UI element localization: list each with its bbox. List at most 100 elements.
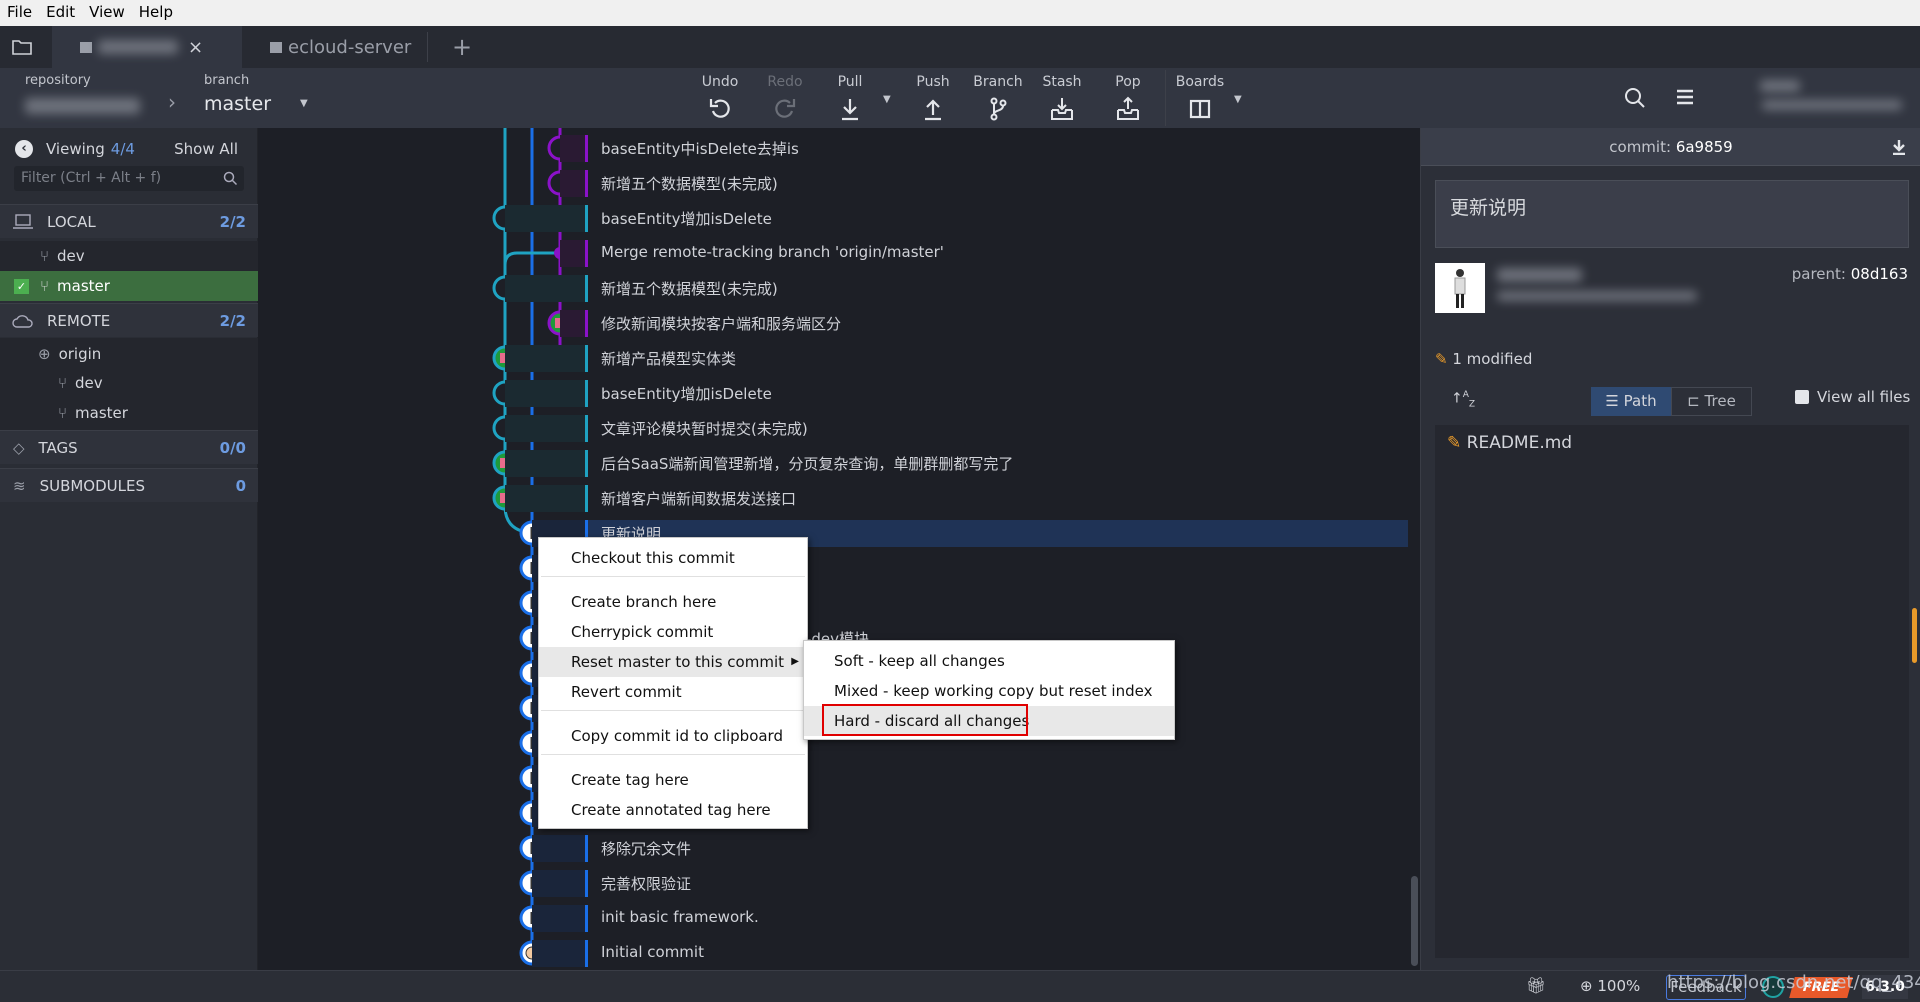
section-local[interactable]: LOCAL 2/2 <box>0 204 258 238</box>
menu-file[interactable]: File <box>0 0 39 21</box>
sort-icon[interactable]: ↑AZ <box>1451 390 1475 409</box>
remote-branch-master[interactable]: ⑂ master <box>0 398 258 428</box>
commit-row[interactable]: 移除冗余文件 <box>258 831 1420 866</box>
menu-copy-commit-id[interactable]: Copy commit id to clipboard <box>539 721 807 751</box>
section-remote[interactable]: REMOTE 2/2 <box>0 303 258 337</box>
path-view-button[interactable]: ☰ Path <box>1591 387 1671 416</box>
tab-close-icon[interactable]: × <box>188 37 203 58</box>
user-name-blurred[interactable] <box>1760 80 1800 92</box>
commit-row[interactable] <box>258 796 1420 831</box>
pop-button[interactable]: Pop <box>1098 74 1158 122</box>
branch-dropdown-icon[interactable]: ▼ <box>300 98 308 109</box>
chevron-right-icon: › <box>168 90 176 114</box>
pop-icon <box>1117 96 1139 120</box>
section-tags[interactable]: ◇ TAGS 0/0 <box>0 430 258 464</box>
commit-row[interactable]: baseEntity中isDelete去掉is <box>258 131 1420 166</box>
menu-view[interactable]: View <box>82 0 132 21</box>
view-all-files-checkbox[interactable] <box>1795 390 1809 404</box>
graph-scrollbar[interactable] <box>1411 876 1418 966</box>
tab-repo-active[interactable]: × <box>52 26 242 68</box>
menu-help[interactable]: Help <box>132 0 180 21</box>
local-branch-master[interactable]: ✓ ⑂ master <box>0 271 258 301</box>
parent-id[interactable]: 08d163 <box>1851 265 1908 283</box>
layers-icon: ≋ <box>13 476 26 495</box>
commit-row[interactable] <box>258 761 1420 796</box>
menu-checkout-commit[interactable]: Checkout this commit <box>539 543 807 573</box>
menu-bar: File Edit View Help <box>0 0 1920 26</box>
remote-origin[interactable]: ⊕ origin <box>0 339 258 369</box>
gift-icon[interactable]: 🎁︎ <box>1526 976 1546 995</box>
boards-button[interactable]: Boards <box>1170 74 1230 122</box>
menu-reset-soft[interactable]: Soft - keep all changes <box>804 646 1174 676</box>
row-tint <box>505 379 588 407</box>
undo-button[interactable]: Undo <box>690 74 750 122</box>
commit-row[interactable]: 新增五个数据模型(未完成) <box>258 271 1420 306</box>
commit-row[interactable] <box>258 586 1420 621</box>
branch-button[interactable]: Branch <box>968 74 1028 122</box>
boards-dropdown-icon[interactable]: ▼ <box>1234 94 1242 105</box>
commit-row[interactable]: 完善权限验证 <box>258 866 1420 901</box>
stash-button[interactable]: Stash <box>1032 74 1092 122</box>
commit-row[interactable]: 文章评论模块暂时提交(未完成) <box>258 411 1420 446</box>
menu-create-branch[interactable]: Create branch here <box>539 587 807 617</box>
remote-branch-dev[interactable]: ⑂ dev <box>0 368 258 398</box>
add-tab-button[interactable]: + <box>452 26 472 68</box>
commit-row[interactable]: 更新说明 <box>258 516 1420 551</box>
row-tint <box>505 449 588 477</box>
pull-icon <box>842 99 858 121</box>
tree-view-button[interactable]: ⊏ Tree <box>1671 387 1752 416</box>
redo-button[interactable]: Redo <box>755 74 815 122</box>
push-button[interactable]: Push <box>903 74 963 122</box>
back-icon[interactable]: ‹ <box>15 140 33 158</box>
checked-icon: ✓ <box>14 278 29 294</box>
file-item[interactable]: ✎ README.md <box>1447 433 1572 453</box>
commit-row[interactable] <box>258 551 1420 586</box>
filter-placeholder: Filter (Ctrl + Alt + f) <box>21 170 162 186</box>
menu-revert-commit[interactable]: Revert commit <box>539 677 807 707</box>
pull-button[interactable]: Pull <box>820 74 880 122</box>
commit-row[interactable]: 后台SaaS端新闻管理新增，分页复杂查询，单删群删都写完了 <box>258 446 1420 481</box>
viewing-count: 4/4 <box>110 140 135 158</box>
section-submodules[interactable]: ≋ SUBMODULES 0 <box>0 468 258 502</box>
branch-name: dev <box>75 374 103 392</box>
highlight-box <box>822 704 1028 736</box>
commit-row[interactable]: Initial commit <box>258 936 1420 971</box>
commit-row[interactable]: init basic framework. <box>258 901 1420 936</box>
commit-row[interactable]: 修改新闻模块按客户端和服务端区分 <box>258 306 1420 341</box>
folder-icon[interactable] <box>12 26 40 68</box>
hamburger-menu-icon[interactable] <box>1676 88 1694 106</box>
file-list: ✎ README.md <box>1435 425 1909 958</box>
tab-title: ecloud-server <box>288 36 412 58</box>
commit-row[interactable]: 新增客户端新闻数据发送接口 <box>258 481 1420 516</box>
commit-row[interactable]: Merge remote-tracking branch 'origin/mas… <box>258 236 1420 271</box>
commit-row[interactable]: 新增产品模型实体类 <box>258 341 1420 376</box>
row-tint <box>532 939 588 967</box>
commit-row[interactable]: baseEntity增加isDelete <box>258 376 1420 411</box>
panel-scrollbar[interactable] <box>1912 608 1917 663</box>
download-icon[interactable] <box>1891 139 1907 155</box>
menu-create-tag[interactable]: Create tag here <box>539 765 807 795</box>
menu-edit[interactable]: Edit <box>39 0 82 21</box>
menu-reset-mixed[interactable]: Mixed - keep working copy but reset inde… <box>804 676 1174 706</box>
local-branch-dev[interactable]: ⑂ dev <box>0 241 258 271</box>
repository-selector[interactable] <box>25 98 140 114</box>
commit-row[interactable]: 新增五个数据模型(未完成) <box>258 166 1420 201</box>
search-icon[interactable] <box>1623 86 1647 110</box>
commit-message: 后台SaaS端新闻管理新增，分页复杂查询，单删群删都写完了 <box>601 455 1014 473</box>
filter-input[interactable]: Filter (Ctrl + Alt + f) <box>14 166 244 191</box>
menu-cherrypick[interactable]: Cherrypick commit <box>539 617 807 647</box>
commit-graph: baseEntity中isDelete去掉is 新增五个数据模型(未完成) base… <box>258 128 1420 970</box>
branch-icon: ⑂ <box>40 247 50 265</box>
branch-selector[interactable]: master <box>204 93 271 115</box>
push-icon <box>925 99 941 121</box>
tab-ecloud-server[interactable]: ecloud-server <box>270 26 411 68</box>
show-all-button[interactable]: Show All <box>174 140 238 158</box>
pull-dropdown-icon[interactable]: ▼ <box>883 94 891 105</box>
section-label: SUBMODULES <box>39 476 146 495</box>
commit-message-box[interactable]: 更新说明 <box>1435 180 1909 248</box>
row-tint <box>505 414 588 442</box>
menu-reset-master[interactable]: Reset master to this commit ▶ <box>539 647 807 677</box>
menu-create-annotated-tag[interactable]: Create annotated tag here <box>539 795 807 825</box>
zoom-control[interactable]: ⊕ 100% <box>1580 977 1640 995</box>
commit-row[interactable]: baseEntity增加isDelete <box>258 201 1420 236</box>
